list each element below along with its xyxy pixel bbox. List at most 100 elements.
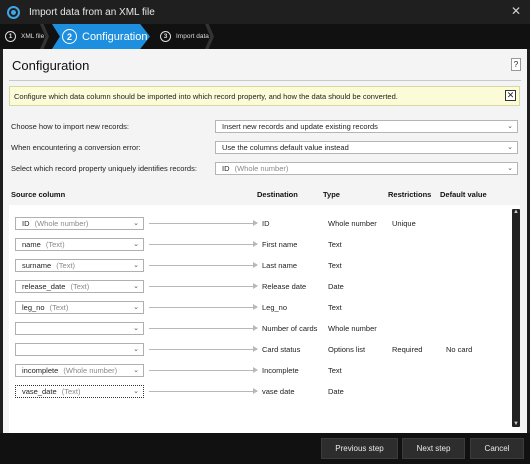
source-column-select[interactable]: leg_no (Text) ⌄ [15, 301, 144, 314]
default-cell: No card [446, 345, 473, 354]
source-type-hint: (Text) [70, 282, 90, 291]
chevron-down-icon: ⌄ [133, 346, 139, 353]
select-value: Use the columns default value instead [222, 143, 349, 152]
chevron-down-icon: ⌄ [133, 325, 139, 332]
chevron-down-icon: ⌄ [133, 262, 139, 269]
source-value: ID [22, 219, 30, 228]
select-hint: (Whole number) [234, 164, 289, 173]
chevron-down-icon: ⌄ [507, 123, 513, 130]
mapping-arrow-icon [149, 262, 258, 268]
mapping-arrow-icon [149, 283, 258, 289]
step-label: Configuration [82, 30, 148, 43]
destination-cell: ID [262, 219, 270, 228]
source-value: vase_date [22, 387, 57, 396]
mapping-row: leg_no (Text) ⌄ Leg_no Text [9, 297, 509, 318]
mapping-arrow-icon [149, 367, 258, 373]
wizard-step-configuration[interactable]: 2 Configuration [52, 24, 150, 49]
mapping-arrow-icon [149, 388, 258, 394]
cancel-button[interactable]: Cancel [470, 438, 524, 459]
conversion-error-label: When encountering a conversion error: [11, 143, 141, 152]
source-type-hint: (Whole number) [34, 219, 89, 228]
select-value: Insert new records and update existing r… [222, 122, 378, 131]
step-label: Import data [176, 33, 209, 40]
title-bar: Import data from an XML file ✕ [0, 0, 530, 24]
chevron-down-icon: ⌄ [133, 388, 139, 395]
unique-id-select[interactable]: ID (Whole number) ⌄ [215, 162, 518, 175]
info-banner: Configure which data column should be im… [9, 86, 520, 106]
mapping-row: release_date (Text) ⌄ Release date Date [9, 276, 509, 297]
next-step-button[interactable]: Next step [402, 438, 465, 459]
destination-cell: Leg_no [262, 303, 288, 312]
help-button[interactable]: ? [511, 58, 521, 71]
scroll-up-icon[interactable]: ▲ [512, 209, 520, 215]
conversion-error-select[interactable]: Use the columns default value instead ⌄ [215, 141, 518, 154]
chevron-down-icon: ⌄ [133, 220, 139, 227]
vertical-scrollbar[interactable]: ▲ ▼ [512, 209, 520, 427]
column-header-restrictions: Restrictions [388, 190, 432, 199]
type-cell: Date [328, 387, 344, 396]
wizard-step-xml-file[interactable]: 1 XML file [5, 24, 44, 49]
destination-cell: Incomplete [262, 366, 299, 375]
mapping-row: incomplete (Whole number) ⌄ Incomplete T… [9, 360, 509, 381]
new-records-select[interactable]: Insert new records and update existing r… [215, 120, 518, 133]
source-column-select[interactable]: incomplete (Whole number) ⌄ [15, 364, 144, 377]
window-close-icon[interactable]: ✕ [511, 4, 521, 18]
window-title: Import data from an XML file [29, 6, 155, 18]
type-cell: Whole number [328, 324, 377, 333]
type-cell: Text [328, 303, 342, 312]
mapping-row: name (Text) ⌄ First name Text [9, 234, 509, 255]
chevron-down-icon: ⌄ [133, 304, 139, 311]
mapping-arrow-icon [149, 241, 258, 247]
source-column-select[interactable]: ⌄ [15, 343, 144, 356]
type-cell: Whole number [328, 219, 377, 228]
restrictions-cell: Unique [392, 219, 416, 228]
source-value: name [22, 240, 41, 249]
step-label: XML file [21, 33, 45, 40]
source-column-select[interactable]: release_date (Text) ⌄ [15, 280, 144, 293]
type-cell: Date [328, 282, 344, 291]
unique-id-label: Select which record property uniquely id… [11, 164, 197, 173]
source-column-select[interactable]: name (Text) ⌄ [15, 238, 144, 251]
type-cell: Text [328, 261, 342, 270]
page-title: Configuration [12, 58, 90, 73]
wizard-steps: 1 XML file 2 Configuration 3 Import data [0, 24, 530, 49]
mapping-arrow-icon [149, 220, 258, 226]
footer-bar: Previous step Next step Cancel [0, 433, 530, 464]
previous-step-button[interactable]: Previous step [321, 438, 398, 459]
source-value: incomplete [22, 366, 59, 375]
source-column-select[interactable]: surname (Text) ⌄ [15, 259, 144, 272]
mapping-row: vase_date (Text) ⌄ vase date Date [9, 381, 509, 402]
source-value: leg_no [22, 303, 45, 312]
wizard-step-import-data[interactable]: 3 Import data [160, 24, 209, 49]
step-number: 2 [62, 29, 77, 44]
mapping-arrow-icon [149, 304, 258, 310]
mapping-row: surname (Text) ⌄ Last name Text [9, 255, 509, 276]
info-close-icon[interactable]: ✕ [505, 90, 516, 101]
restrictions-cell: Required [392, 345, 423, 354]
configuration-panel: Configuration ? Configure which data col… [3, 49, 527, 433]
step-number: 3 [160, 31, 171, 42]
source-column-select[interactable]: ID (Whole number) ⌄ [15, 217, 144, 230]
select-value: ID [222, 164, 230, 173]
info-text: Configure which data column should be im… [14, 91, 398, 101]
chevron-down-icon: ⌄ [133, 367, 139, 374]
mapping-grid: ID (Whole number) ⌄ ID Whole number Uniq… [9, 205, 520, 433]
source-column-select[interactable]: vase_date (Text) ⌄ [15, 385, 144, 398]
chevron-down-icon: ⌄ [133, 283, 139, 290]
destination-cell: vase date [262, 387, 295, 396]
app-logo-icon [7, 5, 20, 19]
source-column-select[interactable]: ⌄ [15, 322, 144, 335]
destination-cell: Release date [262, 282, 307, 291]
mapping-row: ⌄ Number of cards Whole number [9, 318, 509, 339]
source-type-hint: (Text) [61, 387, 81, 396]
destination-cell: First name [262, 240, 298, 249]
type-cell: Text [328, 366, 342, 375]
column-header-default: Default value [440, 190, 487, 199]
mapping-row: ⌄ Card status Options list Required No c… [9, 339, 509, 360]
scroll-down-icon[interactable]: ▼ [512, 421, 520, 427]
column-header-source: Source column [11, 190, 66, 199]
source-value: surname [22, 261, 52, 270]
source-type-hint: (Text) [45, 240, 65, 249]
source-value: release_date [22, 282, 66, 291]
destination-cell: Number of cards [262, 324, 318, 333]
